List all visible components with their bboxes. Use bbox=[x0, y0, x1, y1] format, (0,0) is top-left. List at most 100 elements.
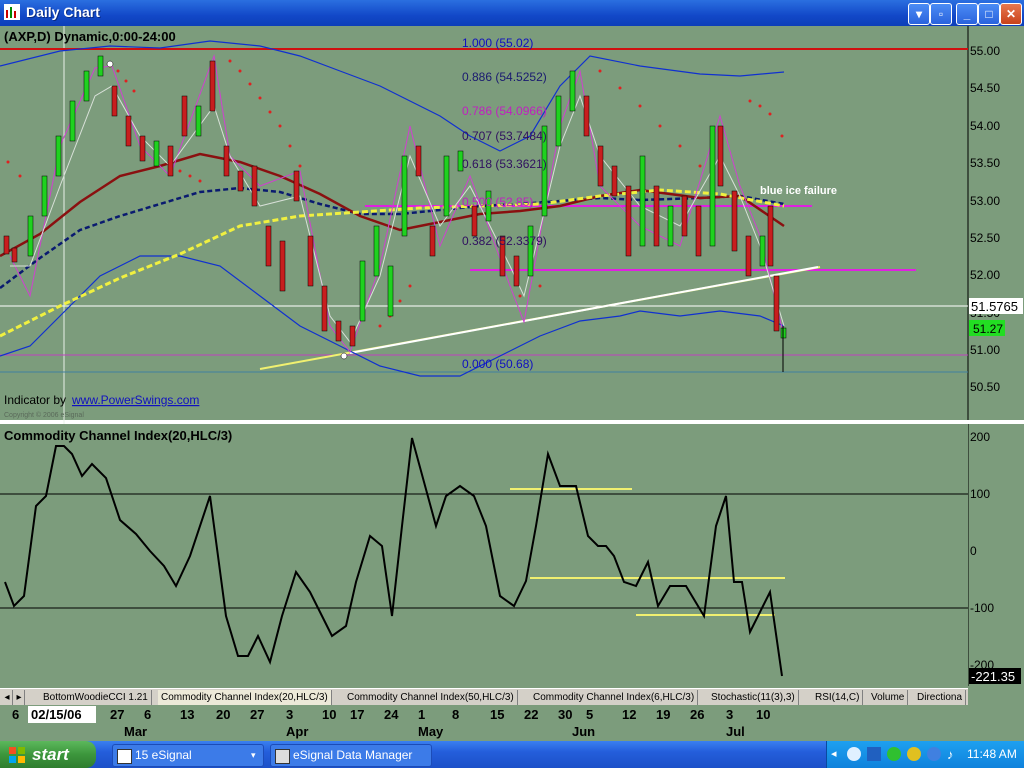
start-label: start bbox=[32, 745, 69, 764]
indicator-by-label: Indicator by bbox=[4, 393, 66, 407]
date-axis[interactable]: 6 02/15/06 27 6 13 20 27 3 10 17 24 1 8 … bbox=[0, 705, 1024, 741]
month-label: May bbox=[418, 724, 444, 739]
date-tick: 1 bbox=[418, 707, 425, 722]
group-arrow-icon: ▾ bbox=[251, 750, 256, 760]
taskbar-data-manager-label: eSignal Data Manager bbox=[293, 748, 413, 762]
tab-directional[interactable]: Directiona bbox=[914, 690, 967, 705]
chart-header: (AXP,D) Dynamic,0:00-24:00 bbox=[4, 29, 176, 44]
fib-label-3: 0.786 (54.0966) bbox=[462, 104, 547, 118]
tray-alert-icon[interactable] bbox=[907, 747, 921, 761]
chart-app-icon bbox=[4, 4, 20, 20]
taskbar-esignal[interactable]: 15 eSignal ▾ bbox=[112, 744, 264, 767]
swing-low-marker bbox=[340, 352, 348, 360]
date-tick: 5 bbox=[586, 707, 593, 722]
tray-expand-icon[interactable]: ◂ bbox=[831, 747, 837, 760]
system-tray: ◂ ♪ 11:48 AM bbox=[826, 741, 1024, 768]
date-tick: 19 bbox=[656, 707, 670, 722]
taskbar-data-manager[interactable]: eSignal Data Manager bbox=[270, 744, 432, 767]
cci-panel[interactable] bbox=[0, 424, 968, 686]
date-cursor-label: 02/15/06 bbox=[31, 707, 82, 722]
clock: 11:48 AM bbox=[967, 747, 1017, 761]
copyright-text: Copyright © 2006 eSignal bbox=[4, 411, 84, 419]
price-tick: 55.00 bbox=[970, 44, 1000, 58]
taskbar-esignal-label: 15 eSignal bbox=[135, 748, 192, 762]
title-bar: Daily Chart ▾ ▫ _ □ ✕ bbox=[0, 0, 1024, 26]
cci-tick: 0 bbox=[970, 544, 977, 558]
tab-cci-20[interactable]: Commodity Channel Index(20,HLC/3) bbox=[158, 690, 332, 705]
price-tick: 53.00 bbox=[970, 194, 1000, 208]
date-tick: 27 bbox=[250, 707, 264, 722]
month-label: Apr bbox=[286, 724, 308, 739]
tab-cci-6[interactable]: Commodity Channel Index(6,HLC/3) bbox=[530, 690, 699, 705]
cci-current-value: -221.35 bbox=[971, 669, 1015, 684]
tab-volume[interactable]: Volume bbox=[868, 690, 909, 705]
tab-scroll-right-icon[interactable]: ▸ bbox=[14, 690, 25, 705]
price-tick: 53.50 bbox=[970, 156, 1000, 170]
fib-label-2: 0.886 (54.5252) bbox=[462, 70, 547, 84]
date-tick: 10 bbox=[322, 707, 336, 722]
date-tick: 6 bbox=[144, 707, 151, 722]
chart-area[interactable]: 1.000 (55.02) 0.886 (54.5252) 0.786 (54.… bbox=[0, 26, 1024, 686]
current-price-value: 51.27 bbox=[973, 322, 1003, 336]
tab-bottomwoodiecci[interactable]: BottomWoodieCCI 1.21 bbox=[40, 690, 152, 705]
panel-separator[interactable] bbox=[0, 420, 1024, 424]
date-tick: 6 bbox=[12, 707, 19, 722]
date-tick: 12 bbox=[622, 707, 636, 722]
swing-high-marker bbox=[106, 60, 114, 68]
price-tick: 50.50 bbox=[970, 380, 1000, 394]
window-title: Daily Chart bbox=[26, 4, 100, 20]
cci-tick: 100 bbox=[970, 487, 990, 501]
tab-scroll-left-icon[interactable]: ◂ bbox=[2, 690, 13, 705]
maximize-icon[interactable]: □ bbox=[978, 3, 1000, 25]
chart-annotation: blue ice failure bbox=[760, 185, 837, 197]
fib-label-4: 0.707 (53.7484) bbox=[462, 129, 547, 143]
date-tick: 3 bbox=[726, 707, 733, 722]
tray-app-icon[interactable] bbox=[927, 747, 941, 761]
price-tick: 52.00 bbox=[970, 268, 1000, 282]
date-tick: 3 bbox=[286, 707, 293, 722]
date-tick: 8 bbox=[452, 707, 459, 722]
date-tick: 17 bbox=[350, 707, 364, 722]
price-tick: 54.50 bbox=[970, 81, 1000, 95]
close-icon[interactable]: ✕ bbox=[1000, 3, 1022, 25]
chart-menu-icon[interactable]: ▾ bbox=[908, 3, 930, 25]
chart-restore-icon[interactable]: ▫ bbox=[930, 3, 952, 25]
fib-label-6: 0.500 (52.85) bbox=[462, 195, 533, 209]
month-label: Jun bbox=[572, 724, 595, 739]
tab-rsi[interactable]: RSI(14,C) bbox=[812, 690, 864, 705]
date-tick: 15 bbox=[490, 707, 504, 722]
cci-title: Commodity Channel Index(20,HLC/3) bbox=[4, 428, 232, 443]
month-label: Jul bbox=[726, 724, 745, 739]
date-tick: 22 bbox=[524, 707, 538, 722]
price-tick: 51.00 bbox=[970, 343, 1000, 357]
tray-security-icon[interactable] bbox=[887, 747, 901, 761]
fib-label-7: 0.382 (52.3379) bbox=[462, 234, 547, 248]
cci-axis[interactable]: 200 100 0 -100 -200 bbox=[970, 430, 994, 672]
fib-label-8: 0.000 (50.68) bbox=[462, 357, 533, 371]
cci-tick: -100 bbox=[970, 601, 994, 615]
price-tick: 54.00 bbox=[970, 119, 1000, 133]
minimize-icon[interactable]: _ bbox=[956, 3, 978, 25]
cci-tick: 200 bbox=[970, 430, 990, 444]
date-tick: 30 bbox=[558, 707, 572, 722]
windows-logo-icon bbox=[9, 747, 25, 763]
tab-cci-50[interactable]: Commodity Channel Index(50,HLC/3) bbox=[344, 690, 518, 705]
tray-network-icon[interactable] bbox=[847, 747, 861, 761]
tray-volume-icon[interactable]: ♪ bbox=[947, 747, 954, 762]
month-label: Mar bbox=[124, 724, 147, 739]
fib-label-5: 0.618 (53.3621) bbox=[462, 157, 547, 171]
taskbar: start 15 eSignal ▾ eSignal Data Manager … bbox=[0, 741, 1024, 768]
data-manager-icon bbox=[275, 749, 290, 764]
indicator-tab-bar: ◂ ▸ BottomWoodieCCI 1.21 Commodity Chann… bbox=[0, 688, 968, 706]
price-tick: 52.50 bbox=[970, 231, 1000, 245]
date-tick: 20 bbox=[216, 707, 230, 722]
tray-monitor-icon[interactable] bbox=[867, 747, 881, 761]
last-price-value: 51.5765 bbox=[971, 299, 1018, 314]
powerswings-link[interactable]: www.PowerSwings.com bbox=[71, 393, 199, 407]
start-button[interactable]: start bbox=[0, 741, 96, 768]
tab-stochastic[interactable]: Stochastic(11(3),3) bbox=[708, 690, 799, 705]
price-axis[interactable]: 55.00 54.50 54.00 53.50 53.00 52.50 52.0… bbox=[970, 44, 1000, 394]
fib-label-1: 1.000 (55.02) bbox=[462, 36, 533, 50]
date-tick: 27 bbox=[110, 707, 124, 722]
date-tick: 26 bbox=[690, 707, 704, 722]
